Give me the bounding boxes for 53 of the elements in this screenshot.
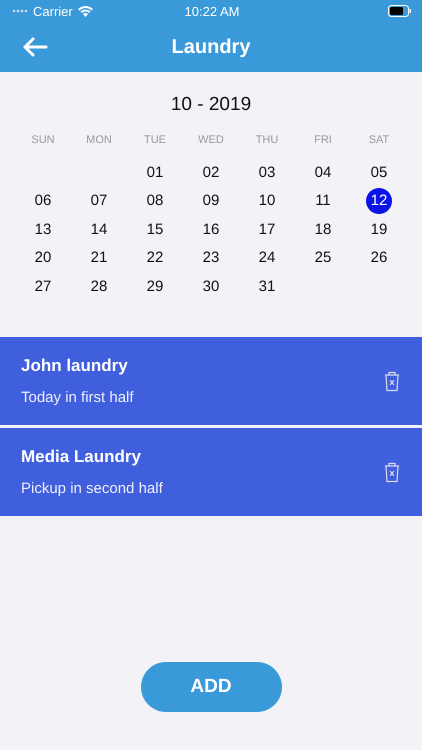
card-title: John laundry: [21, 356, 129, 376]
delete-button[interactable]: [382, 370, 402, 392]
calendar-day[interactable]: 08: [142, 188, 168, 214]
calendar-day[interactable]: 14: [86, 216, 112, 242]
calendar-day[interactable]: 03: [254, 159, 280, 186]
weekday-label: TUE: [143, 133, 167, 148]
calendar-day[interactable]: 12: [366, 188, 392, 214]
calendar-day[interactable]: 31: [254, 273, 280, 300]
carrier-name: Carrier: [33, 4, 73, 18]
card-title: Media Laundry: [21, 446, 142, 466]
laundry-card[interactable]: Media Laundry Pickup in second half: [0, 428, 422, 516]
calendar-day[interactable]: 24: [254, 244, 280, 271]
screen-title: Laundry: [172, 36, 250, 58]
calendar-day[interactable]: 30: [198, 273, 224, 300]
calendar-day[interactable]: 02: [198, 159, 224, 186]
battery-icon: [388, 5, 412, 17]
calendar-day[interactable]: 29: [142, 273, 168, 300]
calendar-day[interactable]: 13: [30, 216, 56, 242]
calendar-day[interactable]: 06: [30, 188, 56, 214]
calendar-day[interactable]: 18: [310, 216, 336, 242]
laundry-card[interactable]: John laundry Today in first half: [0, 336, 422, 424]
weekday-label: MON: [85, 133, 113, 148]
card-subtitle: Today in first half: [21, 388, 134, 406]
weekday-label: SAT: [368, 133, 390, 148]
calendar-day[interactable]: 21: [86, 244, 112, 271]
calendar-day[interactable]: 05: [366, 159, 392, 186]
calendar-day[interactable]: 04: [310, 159, 336, 186]
delete-button[interactable]: [382, 460, 402, 482]
signal-icon: [12, 9, 28, 13]
weekday-label: FRI: [313, 133, 333, 148]
weekday-label: SUN: [30, 133, 56, 148]
calendar-day[interactable]: 26: [366, 244, 392, 271]
calendar-day[interactable]: 19: [366, 216, 392, 242]
calendar-day[interactable]: 11: [310, 188, 336, 214]
weekday-label: THU: [254, 133, 280, 148]
calendar-day[interactable]: 20: [30, 244, 56, 271]
calendar-day[interactable]: 22: [142, 244, 168, 271]
wifi-icon: [78, 6, 93, 16]
calendar-day[interactable]: 28: [86, 273, 112, 300]
calendar-day[interactable]: 10: [254, 188, 280, 214]
calendar-day[interactable]: 17: [254, 216, 280, 242]
card-subtitle: Pickup in second half: [21, 480, 163, 496]
calendar-day[interactable]: 27: [30, 273, 56, 300]
clock-time: 10:22 AM: [184, 4, 240, 18]
calendar-day[interactable]: 01: [142, 159, 168, 186]
calendar-day[interactable]: 09: [198, 188, 224, 214]
calendar-day[interactable]: 07: [86, 188, 112, 214]
calendar-day[interactable]: 23: [198, 244, 224, 271]
calendar-day[interactable]: 15: [142, 216, 168, 242]
calendar-day[interactable]: 16: [198, 216, 224, 242]
weekday-label: WED: [197, 133, 225, 148]
month-label: 10 - 2019: [170, 94, 252, 116]
calendar-day[interactable]: 25: [310, 244, 336, 271]
